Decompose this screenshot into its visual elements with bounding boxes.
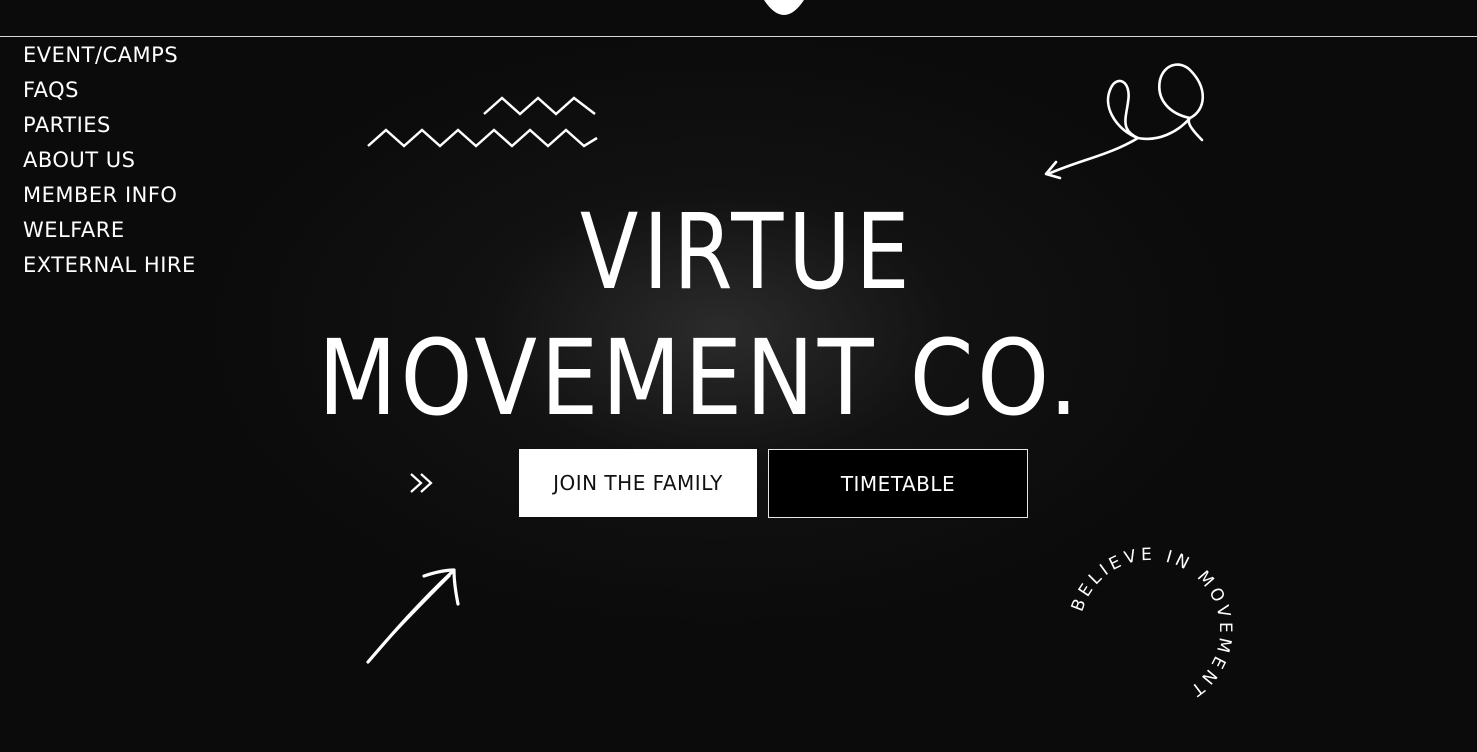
- logo-icon[interactable]: [762, 0, 806, 18]
- believe-in-movement-badge: BELIEVE IN MOVEMENT: [1068, 545, 1235, 702]
- nav-item-faqs[interactable]: FAQS: [23, 75, 196, 110]
- main-nav: EVENT/CAMPS FAQS PARTIES ABOUT US MEMBER…: [23, 40, 196, 285]
- nav-item-about-us[interactable]: ABOUT US: [23, 145, 196, 180]
- nav-item-parties[interactable]: PARTIES: [23, 110, 196, 145]
- nav-item-external-hire[interactable]: EXTERNAL HIRE: [23, 250, 196, 285]
- join-the-family-button[interactable]: JOIN THE FAMILY: [519, 449, 757, 517]
- hero-page: EVENT/CAMPS FAQS PARTIES ABOUT US MEMBER…: [0, 0, 1477, 752]
- hero-title-line-1: VIRTUE: [580, 191, 915, 313]
- double-chevron-icon: [410, 473, 433, 493]
- up-right-arrow-doodle-icon: [366, 568, 460, 664]
- header-divider: [0, 36, 1477, 37]
- nav-item-event-camps[interactable]: EVENT/CAMPS: [23, 40, 196, 75]
- zigzag-doodle-icon: [367, 96, 598, 148]
- nav-item-welfare[interactable]: WELFARE: [23, 215, 196, 250]
- hero-title-line-2: MOVEMENT CO.: [318, 317, 1082, 439]
- badge-text: BELIEVE IN MOVEMENT: [1068, 545, 1235, 702]
- timetable-button[interactable]: TIMETABLE: [768, 449, 1028, 518]
- loop-arrow-doodle-icon: [1044, 63, 1204, 180]
- nav-item-member-info[interactable]: MEMBER INFO: [23, 180, 196, 215]
